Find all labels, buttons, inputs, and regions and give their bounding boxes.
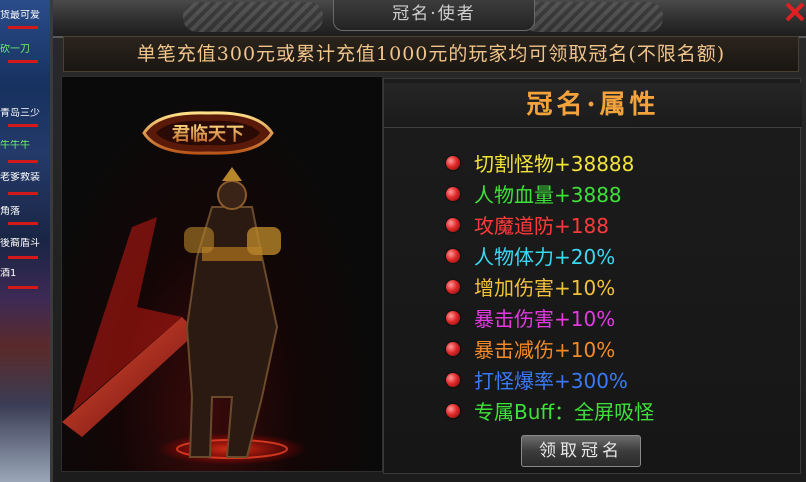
claim-title-button[interactable]: 领取冠名 bbox=[521, 435, 641, 467]
red-orb-icon bbox=[446, 310, 460, 325]
warrior-figure bbox=[62, 167, 307, 465]
close-icon[interactable] bbox=[783, 0, 806, 24]
red-orb-icon bbox=[446, 186, 460, 201]
attribute-item: 人物体力+20% bbox=[446, 240, 654, 271]
hp-bar bbox=[8, 160, 38, 163]
attribute-text: 专属Buff：全屏吸怪 bbox=[474, 400, 655, 424]
player-name: 货最可爱 bbox=[0, 10, 40, 21]
dragon-ornament-right bbox=[523, 2, 663, 32]
attribute-item: 暴击减伤+10% bbox=[446, 333, 654, 364]
attribute-text: 增加伤害+10% bbox=[474, 276, 616, 300]
attribute-item: 切割怪物+38888 bbox=[446, 147, 654, 178]
attribute-item: 打怪爆率+300% bbox=[446, 364, 654, 395]
red-orb-icon bbox=[446, 248, 460, 263]
player-name: 酒1 bbox=[0, 268, 17, 279]
title-preview: 君临天下 bbox=[61, 76, 383, 472]
player-name: 後裔盾斗 bbox=[0, 238, 40, 249]
attributes-panel: 冠名·属性 切割怪物+38888 人物血量+3888 攻魔道防+188 人物体力… bbox=[383, 78, 802, 474]
title-panel-window: 冠名·使者 单笔充值300元或累计充值1000元的玩家均可领取冠名(不限名额) … bbox=[50, 0, 806, 482]
player-name: 角落 bbox=[0, 206, 20, 217]
attribute-text: 暴击伤害+10% bbox=[474, 307, 616, 331]
attribute-text: 攻魔道防+188 bbox=[474, 214, 609, 238]
red-orb-icon bbox=[446, 372, 460, 387]
red-orb-icon bbox=[446, 403, 460, 418]
hp-bar bbox=[8, 222, 38, 225]
player-name: 青岛三少 bbox=[0, 108, 40, 119]
attribute-text: 人物血量+3888 bbox=[474, 183, 622, 207]
red-orb-icon bbox=[446, 217, 460, 232]
attribute-item: 攻魔道防+188 bbox=[446, 209, 654, 240]
attribute-text: 人物体力+20% bbox=[474, 245, 616, 269]
dragon-ornament-left bbox=[183, 2, 323, 32]
hp-bar bbox=[8, 60, 38, 63]
title-badge-text: 君临天下 bbox=[172, 123, 244, 145]
player-name: 老爹救装 bbox=[0, 172, 40, 183]
hp-bar bbox=[8, 256, 38, 259]
window-header: 冠名·使者 bbox=[53, 0, 806, 38]
attribute-text: 打怪爆率+300% bbox=[474, 369, 628, 393]
attribute-item: 增加伤害+10% bbox=[446, 271, 654, 302]
title-badge: 君临天下 bbox=[142, 111, 274, 155]
red-orb-icon bbox=[446, 279, 460, 294]
attribute-list: 切割怪物+38888 人物血量+3888 攻魔道防+188 人物体力+20% 增… bbox=[446, 147, 654, 426]
red-orb-icon bbox=[446, 341, 460, 356]
attributes-title: 冠名·属性 bbox=[384, 83, 802, 128]
player-name: 砍一刀 bbox=[0, 44, 30, 55]
window-title: 冠名·使者 bbox=[333, 0, 535, 31]
attribute-item: 专属Buff：全屏吸怪 bbox=[446, 395, 654, 426]
attribute-item: 人物血量+3888 bbox=[446, 178, 654, 209]
hp-bar bbox=[8, 192, 38, 195]
red-orb-icon bbox=[446, 155, 460, 170]
hp-bar bbox=[8, 286, 38, 289]
attribute-text: 暴击减伤+10% bbox=[474, 338, 616, 362]
game-side-strip: 货最可爱 砍一刀 青岛三少 牛牛牛 老爹救装 角落 後裔盾斗 酒1 bbox=[0, 0, 50, 482]
attribute-item: 暴击伤害+10% bbox=[446, 302, 654, 333]
player-name: 牛牛牛 bbox=[0, 140, 30, 151]
hp-bar bbox=[8, 124, 38, 127]
hp-bar bbox=[8, 26, 38, 29]
attribute-text: 切割怪物+38888 bbox=[474, 152, 635, 176]
recharge-notice: 单笔充值300元或累计充值1000元的玩家均可领取冠名(不限名额) bbox=[63, 36, 799, 72]
